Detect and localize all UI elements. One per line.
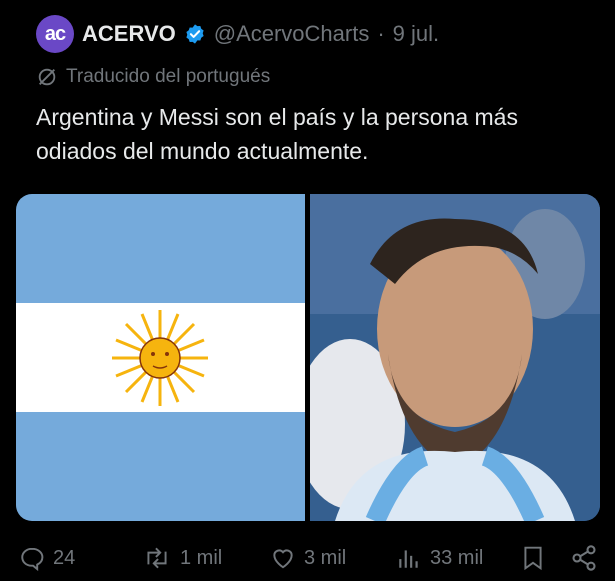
post-date[interactable]: 9 jul. xyxy=(393,21,439,47)
translation-note[interactable]: Traducido del portugués xyxy=(36,66,270,88)
reply-icon xyxy=(21,547,44,571)
views-icon xyxy=(399,550,418,568)
sun-of-may-icon xyxy=(112,310,208,406)
handle[interactable]: @AcervoCharts xyxy=(214,21,370,47)
avatar[interactable]: ac xyxy=(36,15,74,53)
argentina-flag-image[interactable] xyxy=(16,194,305,521)
post-text: Argentina y Messi son el país y la perso… xyxy=(36,104,518,164)
views-count: 33 mil xyxy=(430,546,484,569)
like-count: 3 mil xyxy=(304,546,347,569)
reply-button[interactable]: 24 xyxy=(19,540,75,576)
views-button[interactable]: 33 mil xyxy=(396,540,483,576)
photo-illustration xyxy=(295,194,600,521)
media-grid xyxy=(16,194,600,521)
bookmark-button[interactable] xyxy=(521,540,545,576)
repost-button[interactable]: 1 mil xyxy=(142,540,222,576)
action-bar: 24 1 mil 3 mil 33 mil xyxy=(0,540,615,576)
flag-stripe-bottom xyxy=(16,412,305,521)
bookmark-icon xyxy=(524,546,542,571)
flag-stripe-top xyxy=(16,194,305,303)
like-icon xyxy=(273,549,293,569)
verified-badge-icon xyxy=(186,24,204,44)
tweet-header: ac ACERVO @AcervoCharts · 9 jul. xyxy=(36,15,439,53)
share-button[interactable] xyxy=(570,540,598,576)
display-name[interactable]: ACERVO xyxy=(82,21,176,47)
like-button[interactable]: 3 mil xyxy=(270,540,346,576)
messi-photo[interactable] xyxy=(295,194,600,521)
repost-icon xyxy=(147,547,167,569)
separator-dot: · xyxy=(377,21,385,46)
share-icon xyxy=(572,545,596,571)
translation-label: Traducido del portugués xyxy=(66,66,271,87)
translate-icon xyxy=(38,68,56,86)
repost-count: 1 mil xyxy=(180,546,223,569)
reply-count: 24 xyxy=(53,546,76,569)
